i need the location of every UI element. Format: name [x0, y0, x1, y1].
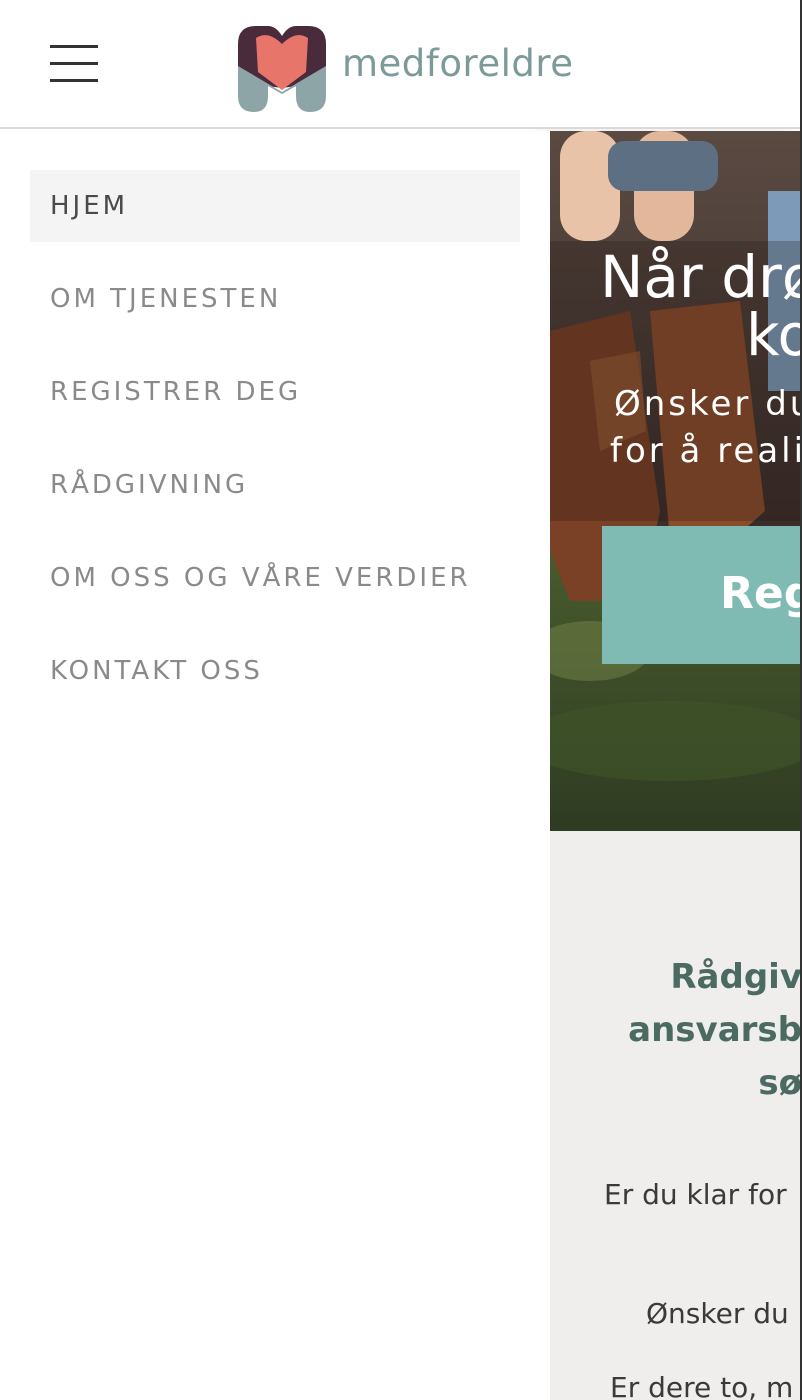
side-navigation-menu: HJEM OM TJENESTEN REGISTRER DEG RÅDGIVNI…: [0, 131, 550, 1400]
menu-item-kontakt-oss[interactable]: KONTAKT OSS: [30, 635, 520, 707]
advice-heading-line2: ansvarsb: [628, 1010, 802, 1050]
medforeldre-logo-icon[interactable]: [238, 26, 326, 112]
menu-item-hjem[interactable]: HJEM: [30, 170, 520, 242]
intro-paragraph-1: Er du klar for: [604, 1178, 787, 1211]
intro-paragraph-3: Er dere to, m: [610, 1371, 794, 1400]
hamburger-line: [50, 62, 98, 65]
hamburger-menu-icon[interactable]: [50, 45, 98, 83]
menu-item-registrer-deg[interactable]: REGISTRER DEG: [30, 356, 520, 428]
menu-item-om-tjenesten[interactable]: OM TJENESTEN: [30, 263, 520, 335]
logo-text[interactable]: medforeldre: [342, 42, 574, 85]
menu-item-radgivning[interactable]: RÅDGIVNING: [30, 449, 520, 521]
hero-subtitle-line1: Ønsker du: [614, 384, 802, 424]
hero-background-image: [550, 131, 802, 831]
site-header: medforeldre: [0, 0, 802, 129]
hero-title-line2: ko: [746, 301, 802, 369]
menu-item-om-oss[interactable]: OM OSS OG VÅRE VERDIER: [30, 542, 520, 614]
advice-heading-line3: sø: [758, 1063, 802, 1103]
hamburger-line: [50, 79, 98, 82]
hamburger-line: [50, 45, 98, 48]
intro-paragraph-2: Ønsker du: [646, 1297, 789, 1330]
advice-heading-line1: Rådgiv: [670, 957, 802, 997]
register-button[interactable]: Reg: [602, 526, 802, 664]
hero-section: Når drø ko Ønsker du for å reali Reg: [550, 131, 802, 831]
main-content: Når drø ko Ønsker du for å reali Reg Råd…: [550, 131, 802, 1400]
hero-subtitle-line2: for å reali: [610, 431, 802, 471]
